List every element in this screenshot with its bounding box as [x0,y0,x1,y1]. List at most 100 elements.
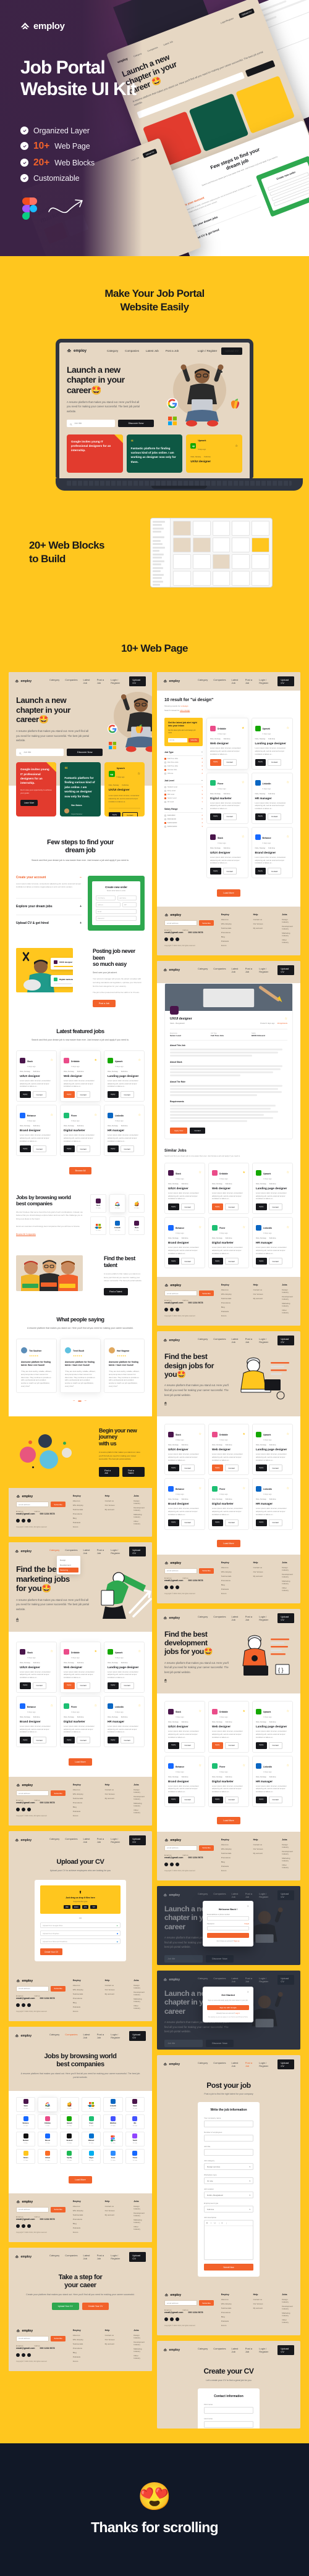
mock-nav-latest-job[interactable]: Latest Job [83,678,91,684]
instagram-icon[interactable] [22,1808,25,1812]
table-row[interactable]: Slack 3 days ago ☆ Oslo, Norway Full-time UI/… [164,1701,205,1753]
table-row[interactable]: Slack 3 days ago ☆ Oslo, Norway Full-time UI/… [16,1641,57,1693]
facebook-icon[interactable] [164,2317,168,2322]
star-icon[interactable]: ☆ [51,1113,53,1117]
company-card[interactable]: Spotify 22 Jobs [59,2148,79,2164]
twitter-icon[interactable] [27,1808,31,1812]
filter-option[interactable]: $2000-$3000 3 [164,825,203,828]
filter-option[interactable]: Mid Level 9 [164,793,203,796]
contact-button[interactable]: Contact [222,758,237,766]
star-icon[interactable]: ☆ [287,1487,289,1490]
company-card[interactable]: LinkedIn 103 Jobs [103,2096,123,2112]
contact-button[interactable]: Contact [268,1258,282,1265]
star-icon[interactable]: ☆ [199,1432,201,1436]
star-icon[interactable]: ☆ [242,781,244,784]
star-icon[interactable]: ☆ [199,1710,201,1713]
subscribe-button[interactable]: Subscribe [188,737,199,742]
filter-option[interactable]: $500-$1000 6 [164,818,203,820]
newsletter-input[interactable]: email address [164,920,198,926]
subscribe-button[interactable]: Subscribe [199,1568,214,1574]
contact-button[interactable]: Contact [224,1742,239,1749]
company-card[interactable]: Dribbble 9 Jobs [38,2114,57,2129]
instagram-icon[interactable] [170,1585,174,1589]
email-field[interactable] [207,1916,249,1921]
submit-button[interactable]: Submit Now [204,2264,253,2271]
workplace-type-select[interactable]: On site ▾ [204,2177,253,2185]
contact-button[interactable]: Contact [180,1465,195,1472]
star-icon[interactable]: ☆ [287,1710,289,1713]
contact-button[interactable]: Contact [224,1465,239,1472]
table-row[interactable]: LinkedIn 3 days ago ☆ Oslo, Norway Full-time… [252,1478,293,1530]
apply-button[interactable]: Apply [64,1145,75,1153]
step-upload-cv[interactable]: Upload CV & get hired + [16,915,82,925]
contact-button[interactable]: Contact [180,1203,195,1210]
facebook-icon[interactable] [16,2003,20,2007]
table-row[interactable]: Behance 3 days ago ☆ Oslo, Norway Full-time B… [164,1755,205,1807]
learn-more-button[interactable]: Learn More [20,799,38,806]
login-button[interactable] [207,1932,249,1938]
star-icon[interactable]: ☆ [287,1432,289,1436]
password-field[interactable] [207,1926,249,1930]
table-row[interactable]: Slack 3 days ago ☆ Oslo, Norway Full-time … [16,1050,57,1102]
contact-button[interactable]: Contact [76,1737,90,1744]
instagram-icon[interactable] [22,1519,25,1523]
contact-button[interactable]: Contact [180,1796,195,1803]
table-row[interactable]: Behance 3 days ago ☆ Oslo, Norway Full-tim… [16,1105,57,1157]
table-row[interactable]: Slack 3 days ago ☆ Oslo, Norway Full-time UI/… [206,826,248,878]
forgot-password-link[interactable]: Forgot [245,1923,250,1925]
company-card[interactable]: Zendesk 24 Jobs [59,2131,79,2146]
subscribe-button[interactable]: Subscribe [199,920,214,926]
apply-now-button[interactable]: Apply Now [170,1128,188,1134]
facebook-icon[interactable] [164,1862,168,1866]
table-row[interactable]: LinkedIn 3 days ago ☆ Oslo, Norway Full-time… [252,1217,293,1269]
facebook-icon[interactable] [16,1808,20,1812]
company-card[interactable]: Apple 22 Jobs [129,1194,145,1213]
contact-button[interactable]: Contact [224,1258,239,1265]
instagram-icon[interactable] [22,2224,25,2228]
apply-button[interactable]: Apply [255,813,266,820]
star-icon[interactable]: ☆ [138,1705,141,1708]
employees-field[interactable] [204,2135,253,2142]
company-card[interactable]: Zoom 19 Jobs [103,2148,123,2164]
newsletter-input[interactable]: email address [16,1985,49,1992]
google-drive-upload[interactable]: Upload from Google Drive ▲ [40,1922,121,1929]
star-icon[interactable]: ☆ [242,836,244,839]
twitter-icon[interactable] [27,2353,31,2357]
table-row[interactable]: Behance 3 days ago ☆ Oslo, Norway Full-time B… [164,1217,205,1269]
company-card[interactable]: Skype 18 Jobs [82,2148,101,2164]
browse-all-button[interactable]: Browse All [69,1167,92,1175]
star-icon[interactable]: ★ [243,1710,245,1713]
star-icon[interactable]: ☆ [285,1017,287,1021]
dropbox-upload[interactable]: Upload from Dropbox ◆ [40,1930,121,1937]
newsletter-input[interactable]: email address [164,1290,198,1297]
star-icon[interactable]: ☆ [243,1764,245,1768]
apply-button[interactable]: Apply [108,812,121,817]
star-icon[interactable]: ☆ [287,836,289,839]
mock-nav-companies[interactable]: Companies [65,678,77,684]
instagram-icon[interactable] [170,2317,174,2322]
instagram-icon[interactable] [170,1862,174,1866]
apply-button[interactable]: Apply [256,1203,267,1210]
apply-button[interactable]: Apply [256,1258,267,1265]
company-card[interactable]: Frame 14 Jobs [125,2148,145,2164]
star-icon[interactable]: ☆ [95,1705,97,1708]
star-icon[interactable]: ☆ [199,1226,201,1229]
company-card[interactable]: Upwork 41 Jobs [59,2114,79,2129]
table-row[interactable]: Dribbble 3 days ago ★ Oslo, Norway Full-time… [208,1162,249,1214]
contact-button[interactable]: Contact [122,812,138,817]
apply-button[interactable]: Apply [212,1203,223,1210]
table-row[interactable]: Upwork 3 days ago ☆ Oslo, Norway Full-time… [104,1050,145,1102]
last-name-field[interactable] [204,2420,253,2428]
table-row[interactable]: Dribbble 3 days ago ★ Oslo, Norway Full-time… [60,1641,101,1693]
step-explore-jobs[interactable]: Explore your dream jobs + [16,898,82,908]
company-card[interactable]: Slack 12 Jobs [16,2096,36,2112]
subscribe-button[interactable]: Subscribe [51,1502,66,1508]
newsletter-input[interactable]: email address [164,1845,198,1851]
table-row[interactable]: Slack 3 days ago ☆ Oslo, Norway Full-time UI/… [164,1424,205,1476]
contact-button[interactable]: Contact [268,1465,282,1472]
star-icon[interactable]: ★ [242,726,244,730]
contact-button[interactable]: Contact [268,813,282,820]
twitter-icon[interactable] [27,1519,31,1523]
filter-option[interactable]: Senior Level 3 [164,797,203,799]
star-icon[interactable]: ☆ [287,781,289,784]
